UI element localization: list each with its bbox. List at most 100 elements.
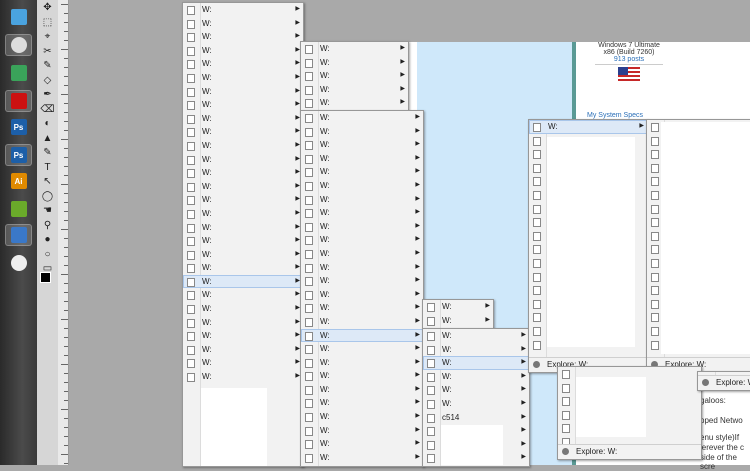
menu-item[interactable]: W:▶: [301, 410, 423, 424]
menu-item[interactable]: W:▶: [183, 343, 303, 357]
menu-item[interactable]: c514 ▶: [423, 411, 529, 425]
taskbar-button-eraser[interactable]: [5, 6, 32, 28]
menu-item[interactable]: W:▶: [301, 193, 423, 207]
move-tool-icon[interactable]: ✥: [40, 2, 55, 14]
menu-item[interactable]: W:▶: [301, 288, 423, 302]
post-count-link[interactable]: 913 posts: [587, 56, 671, 63]
menu-item[interactable]: W:▶: [301, 342, 423, 356]
eyedropper-tool-icon[interactable]: ✎: [40, 60, 55, 72]
menu-item[interactable]: W:▶: [423, 329, 529, 343]
menu-item[interactable]: W:▶: [301, 356, 423, 370]
menu-item[interactable]: W:▶: [183, 166, 303, 180]
menu-item[interactable]: W:▶: [301, 83, 408, 97]
taskbar-button-remote-desktop[interactable]: [5, 224, 32, 246]
menu-item[interactable]: W:▶: [301, 206, 423, 220]
taskbar-button-photoshop[interactable]: Ps: [5, 144, 32, 166]
menu-item[interactable]: W:▶: [301, 125, 423, 139]
menu-item[interactable]: W:▶: [301, 42, 408, 56]
menu-item[interactable]: W:▶: [183, 71, 303, 85]
menu-item[interactable]: W:▶: [423, 383, 529, 397]
menu-item[interactable]: W:▶: [183, 112, 303, 126]
menu-item[interactable]: W:▶: [183, 316, 303, 330]
taskbar-button-evernote[interactable]: [5, 198, 32, 220]
taskbar-button-disc[interactable]: [5, 252, 32, 274]
menu-item[interactable]: W:▶: [183, 329, 303, 343]
menu-item[interactable]: W:▶: [183, 98, 303, 112]
heal-tool-icon[interactable]: ◇: [40, 75, 55, 87]
menu-item[interactable]: W:▶: [301, 96, 408, 110]
menu-item[interactable]: W:▶: [183, 302, 303, 316]
menu-item[interactable]: W:▶: [301, 301, 423, 315]
menu-item[interactable]: W:▶: [301, 437, 423, 451]
menu-item[interactable]: W:▶: [183, 153, 303, 167]
pen-tool-icon[interactable]: ✎: [40, 147, 55, 159]
menu-item[interactable]: W:▶: [183, 30, 303, 44]
eraser-tool-icon[interactable]: ⌫: [40, 104, 55, 116]
menu-item[interactable]: W:▶: [183, 234, 303, 248]
menu-item[interactable]: W:▶: [301, 369, 423, 383]
taskbar-button-illustrator[interactable]: Ai: [5, 170, 32, 192]
menu-item[interactable]: W:▶: [301, 152, 423, 166]
type-tool-icon[interactable]: T: [40, 162, 55, 174]
menu-item[interactable]: W:▶: [301, 261, 423, 275]
brush-tool-icon[interactable]: ✒: [40, 89, 55, 101]
dodge-tool-icon[interactable]: ▲: [40, 133, 55, 145]
menu-item[interactable]: W:▶: [423, 356, 529, 370]
menu-item[interactable]: W:▶: [301, 383, 423, 397]
menu-item[interactable]: W:▶: [301, 396, 423, 410]
menu-item[interactable]: W:▶: [183, 221, 303, 235]
taskbar-button-messenger[interactable]: [5, 62, 32, 84]
explore-menu-item[interactable]: Explore: W:: [558, 444, 701, 459]
crop-tool-icon[interactable]: ✂: [40, 46, 55, 58]
menu-item[interactable]: W:▶: [183, 207, 303, 221]
explore-menu-item[interactable]: Explore: W:: [698, 375, 750, 390]
taskbar-button-photoshop[interactable]: Ps: [5, 116, 32, 138]
foreground-swatch[interactable]: [40, 272, 51, 283]
menu-item[interactable]: W:▶: [183, 180, 303, 194]
menu-item[interactable]: W:▶: [301, 315, 423, 329]
menu-item[interactable]: W:▶: [183, 85, 303, 99]
menu-item[interactable]: W:▶: [301, 328, 423, 343]
menu-item[interactable]: W:▶: [301, 424, 423, 438]
background-color-tool-icon[interactable]: ○: [40, 249, 55, 261]
marquee-tool-icon[interactable]: ⬚: [40, 17, 55, 29]
menu-item[interactable]: W:▶: [183, 261, 303, 275]
menu-item[interactable]: W:▶: [183, 288, 303, 302]
menu-item[interactable]: W:▶: [301, 56, 408, 70]
lasso-tool-icon[interactable]: ⌖: [40, 31, 55, 43]
menu-item[interactable]: W:▶: [183, 57, 303, 71]
menu-item[interactable]: W:▶: [301, 247, 423, 261]
menu-item[interactable]: W:▶: [301, 69, 408, 83]
menu-item[interactable]: W:▶: [301, 111, 423, 125]
path-select-tool-icon[interactable]: ↖: [40, 176, 55, 188]
menu-item[interactable]: W:▶: [529, 120, 647, 134]
menu-item[interactable]: W:▶: [183, 193, 303, 207]
menu-item[interactable]: W:▶: [183, 44, 303, 58]
hand-tool-icon[interactable]: ☚: [40, 205, 55, 217]
menu-item[interactable]: W:▶: [183, 370, 303, 384]
menu-item[interactable]: W:▶: [301, 274, 423, 288]
menu-item[interactable]: W:▶: [183, 139, 303, 153]
menu-item[interactable]: W:▶: [183, 248, 303, 262]
gradient-tool-icon[interactable]: ◐: [40, 118, 55, 130]
menu-item[interactable]: W:▶: [423, 300, 493, 314]
menu-item[interactable]: W:▶: [423, 343, 529, 357]
menu-item[interactable]: W:▶: [423, 370, 529, 384]
taskbar-button-skull[interactable]: [5, 34, 32, 56]
menu-item[interactable]: W:▶: [301, 233, 423, 247]
menu-item[interactable]: W:▶: [183, 17, 303, 31]
menu-item[interactable]: W:▶: [183, 125, 303, 139]
menu-item[interactable]: W:▶: [301, 138, 423, 152]
menu-item[interactable]: W:▶: [183, 274, 303, 289]
menu-item[interactable]: W:▶: [183, 3, 303, 17]
menu-item[interactable]: W:▶: [301, 179, 423, 193]
menu-item[interactable]: W:▶: [183, 356, 303, 370]
foreground-color-tool-icon[interactable]: ●: [40, 234, 55, 246]
zoom-tool-icon[interactable]: ⚲: [40, 220, 55, 232]
menu-item[interactable]: W:▶: [301, 165, 423, 179]
menu-item[interactable]: W:▶: [301, 220, 423, 234]
menu-item[interactable]: W:▶: [301, 451, 423, 465]
menu-item[interactable]: W:▶: [423, 314, 493, 328]
menu-item[interactable]: W:▶: [423, 397, 529, 411]
shape-tool-icon[interactable]: ◯: [40, 191, 55, 203]
